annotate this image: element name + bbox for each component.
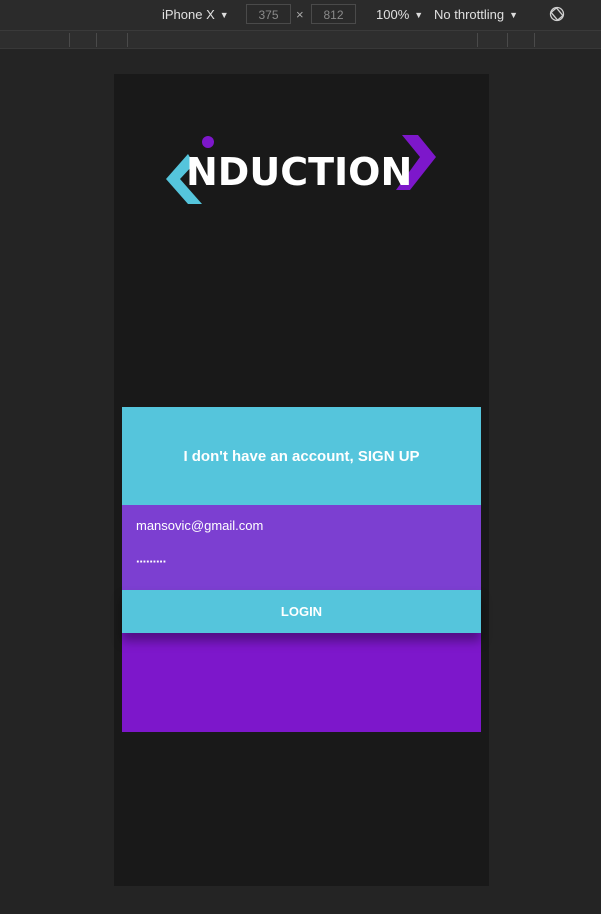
device-select[interactable]: iPhone X ▼ [162,7,229,22]
ruler-tick [534,33,535,47]
signup-link[interactable]: I don't have an account, SIGN UP [122,407,481,505]
chevron-down-icon: ▼ [414,9,424,20]
throttling-label: No throttling [434,7,505,22]
login-card: I don't have an account, SIGN UP mansovi… [122,407,481,732]
ruler-tick [96,33,97,47]
devtools-toolbar: iPhone X ▼ 375 × 812 100% ▼ No throttlin… [0,0,601,31]
times-symbol: × [296,7,304,22]
zoom-label: 100% [376,7,410,22]
password-field[interactable]: ········· [136,554,167,569]
ruler-tick [69,33,70,47]
chevron-down-icon: ▼ [219,9,229,20]
width-input[interactable]: 375 [246,4,291,24]
email-field[interactable]: mansovic@gmail.com [136,518,263,533]
height-input[interactable]: 812 [311,4,356,24]
rotate-icon[interactable] [549,6,565,22]
login-button[interactable]: LOGIN [122,590,481,633]
induction-logo: NDUCTION [164,132,439,204]
ruler-tick [477,33,478,47]
ruler-tick [127,33,128,47]
ruler-tick [507,33,508,47]
device-viewport: NDUCTION I don't have an account, SIGN U… [114,74,489,886]
chevron-down-icon: ▼ [509,9,519,20]
login-form: mansovic@gmail.com ········· [122,505,481,590]
zoom-select[interactable]: 100% ▼ [376,7,423,22]
logo-wordmark: NDUCTION [186,150,413,194]
media-query-bar [0,31,601,49]
throttling-select[interactable]: No throttling ▼ [434,7,518,22]
device-label: iPhone X [162,7,215,22]
